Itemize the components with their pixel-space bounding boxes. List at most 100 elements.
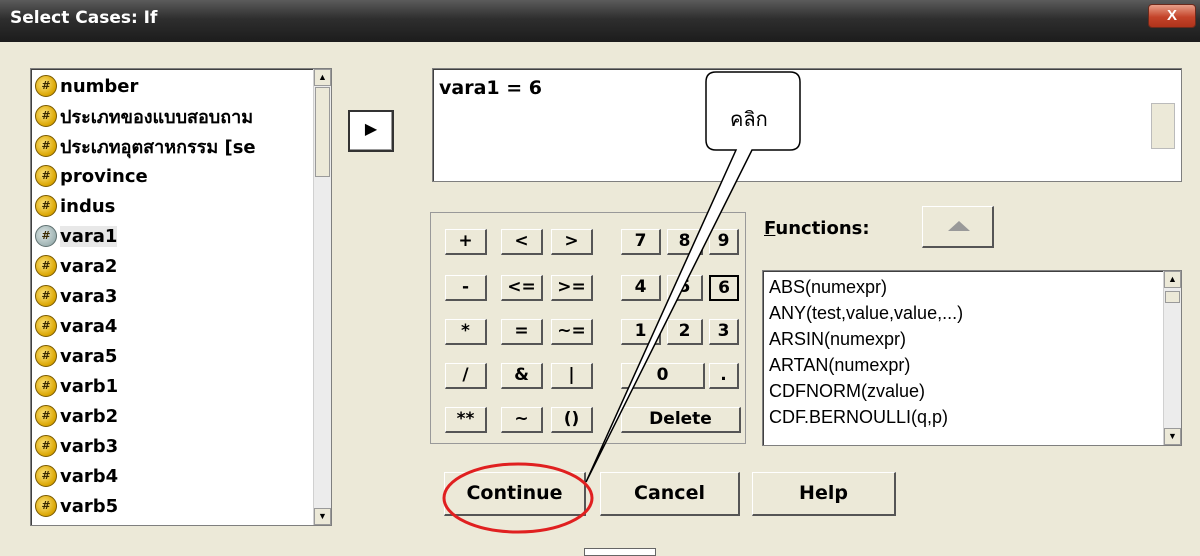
- variable-list-item[interactable]: # vara1: [35, 221, 118, 251]
- numeric-variable-icon: #: [35, 285, 57, 307]
- key-digit-2[interactable]: 2: [667, 319, 703, 345]
- variable-label: province: [60, 165, 148, 187]
- variable-label: varb2: [60, 405, 119, 427]
- key-minus[interactable]: -: [445, 275, 487, 301]
- variable-label: varb1: [60, 375, 119, 397]
- key-or[interactable]: |: [551, 363, 593, 389]
- key-equals[interactable]: =: [501, 319, 543, 345]
- close-button[interactable]: X: [1148, 4, 1196, 28]
- variable-list-item[interactable]: # vara5: [35, 341, 117, 371]
- key-digit-3[interactable]: 3: [709, 319, 739, 345]
- variable-label: ประเภทของแบบสอบถาม: [60, 106, 254, 128]
- calculator-keypad: + < >7 8 9 - <= >= 4 5 6 * = ~= 1 2 3 /& | 0. ** ~ () Delete: [430, 212, 746, 444]
- numeric-variable-icon: #: [35, 495, 57, 517]
- key-digit-5[interactable]: 5: [667, 275, 703, 301]
- numeric-variable-icon: #: [35, 255, 57, 277]
- variable-label: varb5: [60, 495, 119, 517]
- variable-label: vara3: [60, 285, 118, 307]
- expression-input[interactable]: vara1 = 6: [432, 68, 1182, 182]
- help-button[interactable]: Help: [752, 472, 896, 516]
- variable-label: vara5: [60, 345, 118, 367]
- variable-label: vara2: [60, 255, 118, 277]
- variable-list-item[interactable]: # varb5: [35, 491, 118, 521]
- bottom-edge-element: [584, 548, 656, 556]
- variable-list-item[interactable]: # vara2: [35, 251, 117, 281]
- scroll-thumb[interactable]: [1165, 291, 1180, 303]
- function-list-item[interactable]: ARSIN(numexpr): [769, 329, 906, 350]
- key-delete[interactable]: Delete: [621, 407, 741, 433]
- expression-text: vara1 = 6: [439, 77, 542, 99]
- scroll-down-icon[interactable]: ▼: [1164, 428, 1181, 445]
- numeric-variable-icon: #: [35, 225, 57, 247]
- variable-list-item[interactable]: # varb2: [35, 401, 118, 431]
- numeric-variable-icon: #: [35, 315, 57, 337]
- scroll-down-icon[interactable]: ▼: [314, 508, 331, 525]
- variable-list-item[interactable]: # number: [35, 71, 138, 101]
- numeric-variable-icon: #: [35, 75, 57, 97]
- expression-scrollbar[interactable]: [1151, 103, 1175, 149]
- key-greater-than[interactable]: >: [551, 229, 593, 255]
- functions-label: Functions:: [764, 218, 870, 239]
- scroll-up-icon[interactable]: ▲: [314, 69, 331, 86]
- key-digit-6[interactable]: 6: [709, 275, 739, 301]
- variable-list-item[interactable]: # vara3: [35, 281, 117, 311]
- variable-label: vara4: [60, 315, 118, 337]
- variable-list-item[interactable]: # vara4: [35, 311, 117, 341]
- key-not-equal[interactable]: ~=: [551, 319, 593, 345]
- numeric-variable-icon: #: [35, 165, 57, 187]
- numeric-variable-icon: #: [35, 435, 57, 457]
- functions-scrollbar[interactable]: ▲ ▼: [1163, 271, 1181, 445]
- variable-list-scrollbar[interactable]: ▲ ▼: [313, 69, 331, 525]
- numeric-variable-icon: #: [35, 465, 57, 487]
- key-decimal-point[interactable]: .: [709, 363, 739, 389]
- variable-list-item[interactable]: # indus: [35, 191, 115, 221]
- insert-function-button[interactable]: [922, 206, 994, 248]
- key-digit-7[interactable]: 7: [621, 229, 661, 255]
- key-digit-9[interactable]: 9: [709, 229, 739, 255]
- key-greater-equal[interactable]: >=: [551, 275, 593, 301]
- right-arrow-icon: ▶: [364, 121, 378, 138]
- up-arrow-icon: [948, 221, 970, 231]
- key-digit-0[interactable]: 0: [621, 363, 705, 389]
- numeric-variable-icon: #: [35, 105, 57, 127]
- function-list-item[interactable]: ANY(test,value,value,...): [769, 303, 963, 324]
- cancel-button[interactable]: Cancel: [600, 472, 740, 516]
- variable-label: indus: [60, 195, 116, 217]
- function-list-item[interactable]: ABS(numexpr): [769, 277, 887, 298]
- variable-list-item[interactable]: # varb4: [35, 461, 118, 491]
- key-digit-8[interactable]: 8: [667, 229, 703, 255]
- variable-label: ประเภทอุตสาหกรรม [se: [60, 136, 256, 158]
- numeric-variable-icon: #: [35, 345, 57, 367]
- variable-label: number: [60, 75, 139, 97]
- variable-list-item[interactable]: # varb3: [35, 431, 118, 461]
- key-less-equal[interactable]: <=: [501, 275, 543, 301]
- key-multiply[interactable]: *: [445, 319, 487, 345]
- key-less-than[interactable]: <: [501, 229, 543, 255]
- continue-button[interactable]: Continue: [444, 472, 586, 516]
- key-and[interactable]: &: [501, 363, 543, 389]
- function-list-item[interactable]: CDFNORM(zvalue): [769, 381, 925, 402]
- key-divide[interactable]: /: [445, 363, 487, 389]
- key-power[interactable]: **: [445, 407, 487, 433]
- key-parentheses[interactable]: (): [551, 407, 593, 433]
- scroll-up-icon[interactable]: ▲: [1164, 271, 1181, 288]
- window-title: Select Cases: If: [10, 8, 158, 28]
- variable-list[interactable]: # number # ประเภทของแบบสอบถาม # ประเภทอุตสาหก…: [30, 68, 332, 526]
- variable-list-item[interactable]: # ประเภทของแบบสอบถาม: [35, 101, 253, 131]
- numeric-variable-icon: #: [35, 405, 57, 427]
- variable-list-item[interactable]: # ประเภทอุตสาหกรรม [se: [35, 131, 256, 161]
- functions-list[interactable]: ABS(numexpr) ANY(test,value,value,...) ARS…: [762, 270, 1182, 446]
- key-digit-1[interactable]: 1: [621, 319, 661, 345]
- numeric-variable-icon: #: [35, 375, 57, 397]
- key-digit-4[interactable]: 4: [621, 275, 661, 301]
- key-not[interactable]: ~: [501, 407, 543, 433]
- variable-list-item[interactable]: # province: [35, 161, 148, 191]
- variable-list-item[interactable]: # varb1: [35, 371, 118, 401]
- key-plus[interactable]: +: [445, 229, 487, 255]
- function-list-item[interactable]: ARTAN(numexpr): [769, 355, 910, 376]
- move-variable-button[interactable]: ▶: [348, 110, 394, 152]
- scroll-thumb[interactable]: [315, 87, 330, 177]
- function-list-item[interactable]: CDF.BERNOULLI(q,p): [769, 407, 948, 428]
- numeric-variable-icon: #: [35, 135, 57, 157]
- variable-label: varb3: [60, 435, 119, 457]
